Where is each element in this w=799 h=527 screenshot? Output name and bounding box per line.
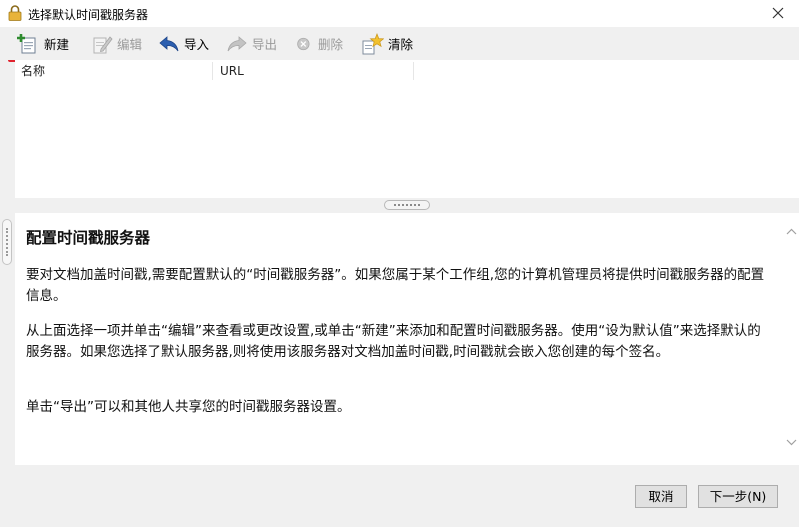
clear-button[interactable]: 清除 <box>362 30 413 57</box>
column-header-name[interactable]: 名称 <box>21 60 45 80</box>
import-button[interactable]: 导入 <box>158 30 209 57</box>
new-button[interactable]: 新建 <box>16 30 71 57</box>
clear-star-icon <box>362 32 384 54</box>
delete-icon <box>297 37 310 50</box>
new-button-label: 新建 <box>44 37 70 52</box>
window-title: 选择默认时间戳服务器 <box>28 8 149 22</box>
description-paragraph: 单击“导出”可以和其他人共享您的时间戳服务器设置。 <box>26 399 351 415</box>
column-header-url[interactable]: URL <box>220 60 244 80</box>
edit-icon <box>93 35 113 53</box>
export-arrow-icon <box>227 35 247 51</box>
column-separator <box>212 62 213 80</box>
lock-icon <box>8 5 22 21</box>
import-arrow-icon <box>159 35 179 51</box>
vertical-scrollbar[interactable] <box>784 213 799 465</box>
delete-button-label: 删除 <box>318 37 344 52</box>
delete-button[interactable]: 删除 <box>296 30 343 57</box>
description-paragraph: 要对文档加盖时间戳,需要配置默认的“时间戳服务器”。如果您属于某个工作组,您的计… <box>26 267 765 304</box>
close-icon[interactable] <box>767 3 789 23</box>
export-button-label: 导出 <box>252 37 278 52</box>
export-button[interactable]: 导出 <box>226 30 277 57</box>
scroll-up-arrow-icon[interactable] <box>786 227 797 237</box>
left-resize-grip[interactable] <box>2 219 12 265</box>
description-paragraph: 从上面选择一项并单击“编辑”来查看或更改设置,或单击“新建”来添加和配置时间戳服… <box>26 323 761 360</box>
description-panel: 配置时间戳服务器 要对文档加盖时间戳,需要配置默认的“时间戳服务器”。如果您属于… <box>15 213 784 465</box>
toolbar: 新建 编辑 导入 导出 删除 清除 <box>0 27 799 60</box>
edit-button-label: 编辑 <box>117 37 143 52</box>
column-separator <box>413 62 414 80</box>
import-button-label: 导入 <box>184 37 210 52</box>
horizontal-splitter-handle[interactable] <box>384 200 430 210</box>
next-button[interactable]: 下一步(N) <box>698 485 778 508</box>
edit-button[interactable]: 编辑 <box>91 30 142 57</box>
scroll-down-arrow-icon[interactable] <box>786 437 797 447</box>
clear-button-label: 清除 <box>388 37 414 52</box>
title-bar: 选择默认时间戳服务器 <box>0 0 799 27</box>
new-document-icon <box>17 33 36 53</box>
timestamp-server-list[interactable]: 名称 URL <box>15 60 799 198</box>
description-heading: 配置时间戳服务器 <box>26 229 151 247</box>
cancel-button[interactable]: 取消 <box>635 485 687 508</box>
